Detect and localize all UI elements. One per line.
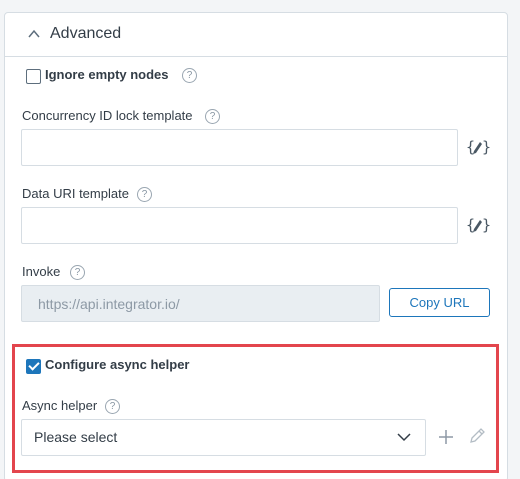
pencil-icon[interactable] — [468, 427, 486, 445]
chevron-down-icon — [397, 433, 411, 442]
async-helper-select[interactable]: Please select — [21, 419, 426, 456]
ignore-empty-nodes-label: Ignore empty nodes — [45, 67, 169, 82]
svg-text:}: } — [482, 216, 490, 234]
async-helper-label: Async helper — [22, 398, 98, 413]
chevron-up-icon[interactable] — [27, 27, 41, 41]
invoke-url-field: https://api.integrator.io/ — [21, 285, 380, 322]
async-helper-selected-value: Please select — [34, 429, 118, 445]
data-uri-input[interactable] — [21, 207, 458, 244]
concurrency-lock-label: Concurrency ID lock template — [22, 108, 193, 123]
copy-url-button[interactable]: Copy URL — [389, 288, 490, 317]
ignore-empty-nodes-help-icon[interactable] — [182, 68, 197, 83]
concurrency-lock-help-icon[interactable] — [205, 109, 220, 124]
invoke-help-icon[interactable] — [70, 265, 85, 280]
concurrency-lock-input[interactable] — [21, 129, 458, 166]
invoke-label: Invoke — [22, 264, 61, 279]
configure-async-helper-checkbox[interactable] — [26, 359, 41, 374]
section-title: Advanced — [50, 25, 122, 42]
handlebars-editor-icon[interactable]: { } — [466, 136, 490, 158]
data-uri-help-icon[interactable] — [137, 187, 152, 202]
advanced-section-header[interactable]: Advanced — [5, 13, 507, 57]
ignore-empty-nodes-checkbox[interactable] — [26, 69, 41, 84]
invoke-url-value: https://api.integrator.io/ — [38, 296, 180, 312]
plus-icon[interactable] — [437, 428, 455, 446]
handlebars-editor-icon[interactable]: { } — [466, 214, 490, 236]
configure-async-helper-label: Configure async helper — [45, 357, 190, 372]
async-helper-help-icon[interactable] — [105, 399, 120, 414]
svg-text:}: } — [482, 138, 490, 156]
data-uri-label: Data URI template — [22, 186, 129, 201]
